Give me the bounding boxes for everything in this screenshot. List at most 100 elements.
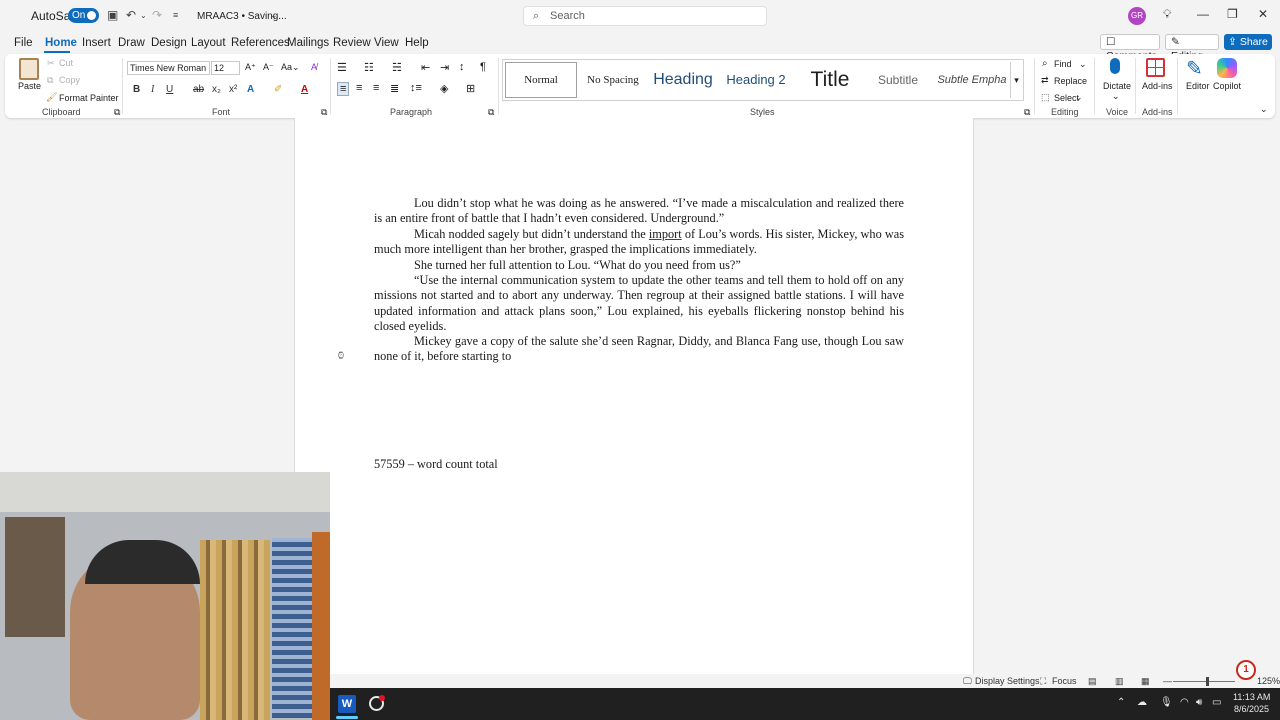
redo-icon[interactable]: ↷ <box>152 8 162 22</box>
font-size-select[interactable]: 12 <box>211 61 240 75</box>
add-ins-label[interactable]: Add-ins <box>1142 81 1173 91</box>
subscript-icon[interactable]: x₂ <box>212 84 221 95</box>
read-mode-icon[interactable]: ▤ <box>1088 676 1097 687</box>
copilot-icon[interactable] <box>1217 58 1237 78</box>
tab-file[interactable]: File <box>14 37 33 49</box>
find-label[interactable]: Find <box>1054 59 1072 69</box>
tab-help[interactable]: Help <box>405 37 429 49</box>
microphone-icon[interactable] <box>1110 58 1120 74</box>
minimize-icon[interactable]: — <box>1197 7 1209 21</box>
sort-icon[interactable]: ↕ <box>459 61 465 73</box>
underline-icon[interactable]: U <box>166 84 173 95</box>
copy-icon[interactable]: ⧉ <box>47 75 53 86</box>
paragraph[interactable]: Lou didn’t stop what he was doing as he … <box>374 196 904 227</box>
align-center-icon[interactable]: ≡ <box>356 82 362 94</box>
styles-launcher-icon[interactable]: ⧉ <box>1024 107 1030 118</box>
format-painter-icon[interactable]: 🖌︎ <box>46 92 57 103</box>
copilot-label[interactable]: Copilot <box>1213 81 1241 91</box>
onedrive-icon[interactable]: ☁ <box>1137 697 1147 708</box>
show-formatting-icon[interactable]: ¶ <box>480 61 486 73</box>
paragraph[interactable]: Mickey gave a copy of the salute she’d s… <box>374 334 904 365</box>
highlight-icon[interactable]: ✐ <box>274 84 282 95</box>
style-normal[interactable]: Normal <box>505 62 577 98</box>
align-right-icon[interactable]: ≡ <box>373 82 379 94</box>
clear-formatting-icon[interactable]: A̸ <box>311 62 317 72</box>
font-launcher-icon[interactable]: ⧉ <box>321 107 327 118</box>
tab-design[interactable]: Design <box>151 37 187 49</box>
flagged-word[interactable]: import <box>649 227 682 241</box>
display-settings-icon[interactable]: 🖵︎ <box>963 676 972 687</box>
restore-icon[interactable]: ❐ <box>1227 7 1238 21</box>
tab-home[interactable]: Home <box>45 37 77 49</box>
customize-qat-icon[interactable]: ≡ <box>173 10 178 20</box>
save-icon[interactable]: ▣ <box>107 8 118 22</box>
paragraph[interactable]: Micah nodded sagely but didn’t understan… <box>374 227 904 258</box>
paste-label[interactable]: Paste <box>18 81 41 91</box>
word-taskbar-icon[interactable]: W <box>338 695 356 713</box>
tray-overflow-icon[interactable]: ⌃ <box>1117 697 1125 708</box>
replace-icon[interactable]: ⇄ <box>1041 75 1049 86</box>
add-ins-icon[interactable] <box>1146 58 1165 77</box>
clock-time[interactable]: 11:13 AM <box>1233 692 1270 702</box>
style-heading-2[interactable]: Heading 2 <box>722 62 790 98</box>
display-settings-button[interactable]: Display Settings <box>975 676 1040 686</box>
paragraph-launcher-icon[interactable]: ⧉ <box>488 107 494 118</box>
clipboard-launcher-icon[interactable]: ⧉ <box>114 107 120 118</box>
web-layout-icon[interactable]: ▦ <box>1141 676 1150 687</box>
notification-badge[interactable]: 1 <box>1236 660 1256 680</box>
replace-label[interactable]: Replace <box>1054 76 1087 86</box>
font-name-select[interactable]: Times New Roman <box>127 61 210 75</box>
select-dropdown-icon[interactable]: ⌄ <box>1075 92 1083 103</box>
battery-icon[interactable]: ▭ <box>1212 697 1221 708</box>
undo-icon[interactable]: ↶ <box>126 8 136 22</box>
decrease-indent-icon[interactable]: ⇤ <box>421 61 430 74</box>
print-layout-icon[interactable]: ▥ <box>1115 676 1124 687</box>
volume-icon[interactable]: 🔊︎ <box>1196 697 1202 708</box>
share-button[interactable]: ⇪ Share <box>1224 34 1272 50</box>
style-heading[interactable]: Heading <box>648 62 718 98</box>
increase-indent-icon[interactable]: ⇥ <box>440 61 449 74</box>
align-left-icon[interactable]: ≡ <box>337 82 350 96</box>
text-effects-icon[interactable]: A <box>247 84 254 95</box>
search-input[interactable]: ⌕ Search <box>523 6 767 26</box>
wifi-icon[interactable]: ◠ <box>1180 697 1189 708</box>
tab-insert[interactable]: Insert <box>82 37 111 49</box>
lightbulb-icon[interactable]: 💡︎ <box>1163 7 1171 22</box>
focus-button[interactable]: Focus <box>1052 676 1077 686</box>
avatar[interactable]: GR <box>1128 7 1146 25</box>
cut-icon[interactable]: ✂ <box>47 58 55 69</box>
zoom-slider-thumb[interactable] <box>1206 677 1209 686</box>
shrink-font-icon[interactable]: A⁻ <box>263 62 274 73</box>
undo-dropdown-icon[interactable]: ⌄ <box>140 11 147 20</box>
dictate-dropdown-icon[interactable]: ⌄ <box>1112 91 1120 102</box>
paste-icon[interactable] <box>19 58 39 80</box>
superscript-icon[interactable]: x² <box>229 84 237 95</box>
style-subtitle[interactable]: Subtitle <box>866 62 930 98</box>
format-painter-label[interactable]: Format Painter <box>59 93 119 103</box>
tab-references[interactable]: References <box>231 37 290 49</box>
editor-icon[interactable]: ✎ <box>1186 56 1203 81</box>
bold-icon[interactable]: B <box>133 84 140 95</box>
style-title[interactable]: Title <box>798 62 862 98</box>
close-icon[interactable]: ✕ <box>1258 7 1268 21</box>
change-case-icon[interactable]: Aa⌄ <box>281 62 300 73</box>
tab-review[interactable]: Review <box>333 37 371 49</box>
select-icon[interactable]: ⬚ <box>1041 92 1050 103</box>
bullets-icon[interactable]: ☰ <box>337 61 347 74</box>
style-no-spacing[interactable]: No Spacing <box>582 62 644 98</box>
autosave-toggle[interactable]: On <box>68 8 99 23</box>
find-dropdown-icon[interactable]: ⌄ <box>1079 59 1087 70</box>
shading-icon[interactable]: ◈ <box>440 82 448 95</box>
focus-icon[interactable]: ⛶ <box>1040 676 1046 687</box>
zoom-level[interactable]: 125% <box>1257 676 1280 686</box>
copy-label[interactable]: Copy <box>59 75 80 85</box>
dictate-label[interactable]: Dictate <box>1103 81 1131 91</box>
tab-view[interactable]: View <box>374 37 399 49</box>
editor-label[interactable]: Editor <box>1186 81 1210 91</box>
collapse-ribbon-icon[interactable]: ⌄ <box>1260 104 1268 115</box>
tab-mailings[interactable]: Mailings <box>287 37 329 49</box>
comments-button[interactable]: ☐ Comments <box>1100 34 1160 62</box>
strikethrough-icon[interactable]: ab <box>193 84 204 95</box>
microphone-tray-icon[interactable]: 🎙︎ <box>1160 697 1173 708</box>
tab-draw[interactable]: Draw <box>118 37 145 49</box>
